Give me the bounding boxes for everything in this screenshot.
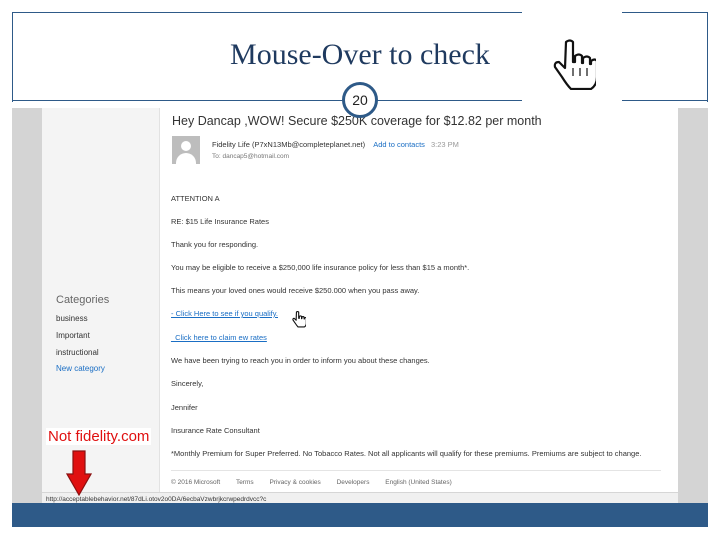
- email-screenshot: Categories business Important instructio…: [42, 108, 678, 506]
- down-arrow-icon: [66, 450, 92, 496]
- to-line: To: dancap5@hotmail.com: [212, 153, 290, 160]
- new-category-link[interactable]: New category: [56, 364, 105, 373]
- body-line: Insurance Rate Consultant: [171, 426, 260, 435]
- claim-rates-link[interactable]: _Click here to claim ew rates: [171, 333, 267, 342]
- categories-title: Categories: [56, 294, 110, 306]
- disclaimer-line: *Monthly Premium for Super Preferred. No…: [171, 449, 642, 458]
- slide-title: Mouse-Over to check: [230, 38, 490, 71]
- body-line: Thank you for responding.: [171, 240, 259, 249]
- slide-frame-right: [707, 12, 708, 102]
- slide-frame-left: [12, 12, 13, 102]
- body-line: Jennifer: [171, 403, 198, 412]
- footer-language-link[interactable]: English (United States): [385, 479, 451, 486]
- folder-pane: Categories business Important instructio…: [42, 108, 160, 506]
- pointer-hand-icon: [553, 39, 596, 90]
- sender-name: Fidelity Life (P7xN13Mb@completeplanet.n…: [212, 140, 366, 149]
- category-important[interactable]: Important: [56, 331, 90, 340]
- screenshot-margin-right: [678, 108, 708, 506]
- footer-developers-link[interactable]: Developers: [337, 479, 370, 486]
- add-to-contacts-link[interactable]: Add to contacts: [373, 140, 425, 149]
- footer-divider: [171, 470, 661, 471]
- page-number: 20: [342, 82, 378, 118]
- annotation-label: Not fidelity.com: [46, 428, 152, 445]
- footer-copyright: © 2016 Microsoft: [171, 479, 221, 486]
- category-instructional[interactable]: instructional: [56, 348, 99, 357]
- category-business[interactable]: business: [56, 314, 88, 323]
- page-footer: © 2016 Microsoft Terms Privacy & cookies…: [171, 479, 466, 486]
- email-time: 3:23 PM: [431, 140, 459, 149]
- body-line: You may be eligible to receive a $250,00…: [171, 263, 470, 272]
- body-line: Sincerely,: [171, 379, 204, 388]
- body-line: RE: $15 Life Insurance Rates: [171, 217, 269, 226]
- footer-terms-link[interactable]: Terms: [236, 479, 254, 486]
- body-line: This means your loved ones would receive…: [171, 286, 420, 295]
- body-line: ATTENTION A: [171, 194, 220, 203]
- user-avatar-icon: [172, 136, 200, 164]
- qualify-link[interactable]: - Click Here to see if you qualify.: [171, 309, 278, 318]
- body-line: We have been trying to reach you in orde…: [171, 356, 430, 365]
- screenshot-margin-left: [12, 108, 42, 506]
- pointer-hand-icon: [292, 310, 306, 328]
- sender-line: Fidelity Life (P7xN13Mb@completeplanet.n…: [212, 140, 459, 149]
- slide-bottom-bar: [12, 503, 708, 527]
- footer-privacy-link[interactable]: Privacy & cookies: [269, 479, 320, 486]
